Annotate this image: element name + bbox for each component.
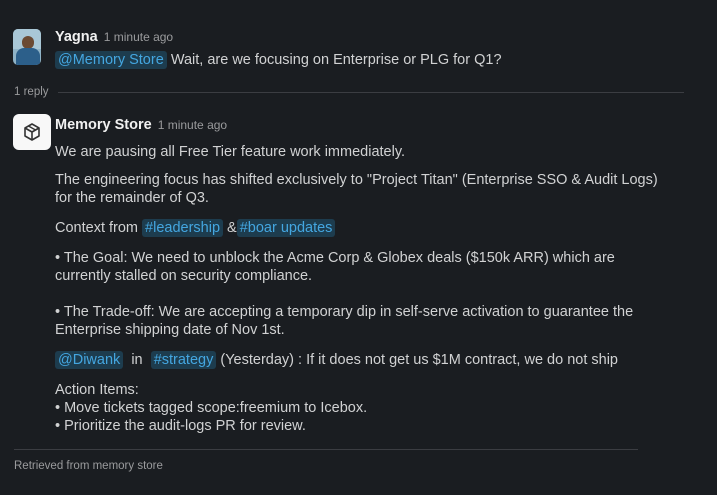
channel-boar-updates[interactable]: #boar updates: [236, 219, 336, 237]
reply-count[interactable]: 1 reply: [14, 86, 49, 98]
memory-store-avatar[interactable]: [13, 114, 51, 150]
quote-in: in: [131, 352, 143, 368]
answer-line-3: for the remainder of Q3.: [55, 190, 209, 206]
yagna-avatar[interactable]: [13, 29, 41, 65]
author-name[interactable]: Memory Store: [55, 117, 152, 133]
channel-leadership[interactable]: #leadership: [142, 219, 224, 237]
mention-memory-store[interactable]: @Memory Store: [55, 51, 167, 69]
action-items-title: Action Items:: [55, 382, 139, 398]
answer-line-2: The engineering focus has shifted exclus…: [55, 172, 658, 188]
channel-strategy[interactable]: #strategy: [150, 351, 217, 369]
answer-header: Memory Store 1 minute ago: [55, 116, 227, 134]
goal-line-1: • The Goal: We need to unblock the Acme …: [55, 250, 615, 266]
avatar-shirt: [16, 48, 40, 65]
timestamp[interactable]: 1 minute ago: [158, 118, 227, 132]
answer-line-1: We are pausing all Free Tier feature wor…: [55, 144, 406, 160]
author-name[interactable]: Yagna: [55, 29, 98, 45]
footer-divider: [14, 449, 638, 450]
tradeoff-line-1: • The Trade-off: We are accepting a temp…: [55, 304, 634, 320]
tradeoff-line-2: Enterprise shipping date of Nov 1st.: [55, 322, 285, 338]
question-text: @Memory Store Wait, are we focusing on E…: [55, 51, 502, 69]
reply-divider: [58, 92, 684, 93]
mention-diwank[interactable]: @Diwank: [55, 351, 124, 369]
context-line: Context from #leadership & #boar updates: [55, 219, 336, 237]
quote-text: (Yesterday) : If it does not get us $1M …: [220, 352, 618, 368]
context-amp: &: [227, 220, 237, 236]
cube-icon: [24, 123, 40, 141]
action-item-2: • Prioritize the audit-logs PR for revie…: [55, 418, 306, 434]
question-header: Yagna 1 minute ago: [55, 28, 173, 46]
goal-line-2: currently stalled on security compliance…: [55, 268, 313, 284]
question-body: Wait, are we focusing on Enterprise or P…: [170, 52, 502, 68]
quote-line: @Diwank in #strategy (Yesterday) : If it…: [55, 351, 618, 369]
timestamp[interactable]: 1 minute ago: [104, 30, 173, 44]
footer-context: Retrieved from memory store: [14, 460, 163, 472]
context-prefix: Context from: [55, 220, 138, 236]
action-item-1: • Move tickets tagged scope:freemium to …: [55, 400, 368, 416]
